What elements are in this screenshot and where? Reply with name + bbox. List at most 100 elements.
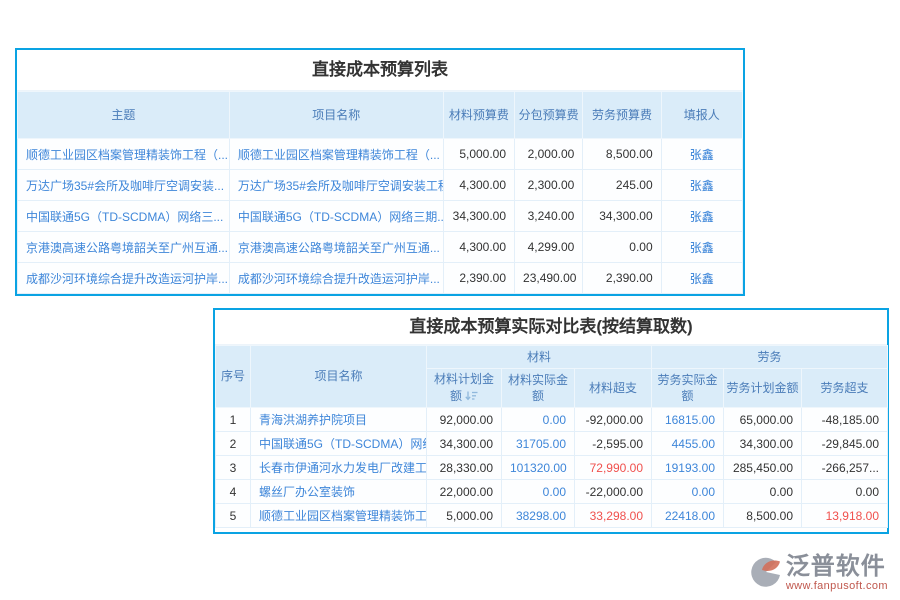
group-labor: 劳务 xyxy=(652,346,888,369)
seq-cell: 2 xyxy=(216,432,251,456)
col-material-budget[interactable]: 材料预算费 xyxy=(443,92,514,139)
budget-list-row[interactable]: 成都沙河环境综合提升改造运河护岸... 成都沙河环境综合提升改造运河护岸... … xyxy=(18,263,743,294)
material-actual-cell: 38298.00 xyxy=(502,504,575,528)
labor-actual-cell: 19193.00 xyxy=(652,456,724,480)
project-name-link[interactable]: 螺丝厂办公室装饰 xyxy=(251,480,427,504)
labor-budget-cell: 0.00 xyxy=(583,232,661,263)
budget-list-row[interactable]: 中国联通5G（TD-SCDMA）网络三... 中国联通5G（TD-SCDMA）网… xyxy=(18,201,743,232)
col-seq[interactable]: 序号 xyxy=(216,346,251,408)
budget-list-title: 直接成本预算列表 xyxy=(17,50,743,91)
col-material-overrun[interactable]: 材料超支 xyxy=(575,369,652,408)
budget-compare-row[interactable]: 2 中国联通5G（TD-SCDMA）网络三 34,300.00 31705.00… xyxy=(216,432,888,456)
seq-cell: 5 xyxy=(216,504,251,528)
labor-budget-cell: 2,390.00 xyxy=(583,263,661,294)
project-name-link[interactable]: 中国联通5G（TD-SCDMA）网络三 xyxy=(251,432,427,456)
material-planned-cell: 22,000.00 xyxy=(427,480,502,504)
material-overrun-cell: -22,000.00 xyxy=(575,480,652,504)
col-reporter[interactable]: 填报人 xyxy=(661,92,742,139)
subcontract-budget-cell: 2,000.00 xyxy=(515,139,583,170)
material-budget-cell: 2,390.00 xyxy=(443,263,514,294)
material-budget-cell: 34,300.00 xyxy=(443,201,514,232)
subject-link[interactable]: 中国联通5G（TD-SCDMA）网络三... xyxy=(18,201,230,232)
budget-list-row[interactable]: 京港澳高速公路粤境韶关至广州互通... 京港澳高速公路粤境韶关至广州互通... … xyxy=(18,232,743,263)
subcontract-budget-cell: 2,300.00 xyxy=(515,170,583,201)
budget-compare-row[interactable]: 5 顺德工业园区档案管理精装饰工程 5,000.00 38298.00 33,2… xyxy=(216,504,888,528)
material-planned-label: 材料计划金额 xyxy=(434,372,494,402)
col-labor-budget[interactable]: 劳务预算费 xyxy=(583,92,661,139)
reporter-link[interactable]: 张鑫 xyxy=(661,263,742,294)
labor-planned-cell: 65,000.00 xyxy=(724,408,802,432)
reporter-link[interactable]: 张鑫 xyxy=(661,232,742,263)
subcontract-budget-cell: 23,490.00 xyxy=(515,263,583,294)
reporter-link[interactable]: 张鑫 xyxy=(661,139,742,170)
col-subject[interactable]: 主题 xyxy=(18,92,230,139)
labor-overrun-cell: -266,257... xyxy=(802,456,888,480)
direct-cost-budget-list-panel: 直接成本预算列表 主题 项目名称 材料预算费 分包预算费 劳务预算费 填报人 顺… xyxy=(15,48,745,296)
seq-cell: 4 xyxy=(216,480,251,504)
material-overrun-cell: -92,000.00 xyxy=(575,408,652,432)
project-name-link[interactable]: 万达广场35#会所及咖啡厅空调安装工程 xyxy=(229,170,443,201)
material-budget-cell: 4,300.00 xyxy=(443,232,514,263)
budget-list-header-row: 主题 项目名称 材料预算费 分包预算费 劳务预算费 填报人 xyxy=(18,92,743,139)
col-material-planned[interactable]: 材料计划金额 xyxy=(427,369,502,408)
col-labor-actual[interactable]: 劳务实际金额 xyxy=(652,369,724,408)
labor-actual-cell: 22418.00 xyxy=(652,504,724,528)
fanpu-logo-icon xyxy=(747,554,783,590)
labor-actual-cell: 4455.00 xyxy=(652,432,724,456)
col-project-name[interactable]: 项目名称 xyxy=(251,346,427,408)
fanpu-logo-text: 泛普软件 www.fanpusoft.com xyxy=(786,554,888,592)
material-overrun-cell: 72,990.00 xyxy=(575,456,652,480)
budget-actual-compare-panel: 直接成本预算实际对比表(按结算取数) 序号 项目名称 材料 劳务 材料计划金额 … xyxy=(213,308,889,534)
subcontract-budget-cell: 3,240.00 xyxy=(515,201,583,232)
labor-overrun-cell: -48,185.00 xyxy=(802,408,888,432)
material-planned-cell: 92,000.00 xyxy=(427,408,502,432)
col-material-actual[interactable]: 材料实际金额 xyxy=(502,369,575,408)
budget-list-row[interactable]: 万达广场35#会所及咖啡厅空调安装... 万达广场35#会所及咖啡厅空调安装工程… xyxy=(18,170,743,201)
budget-list-row[interactable]: 顺德工业园区档案管理精装饰工程（... 顺德工业园区档案管理精装饰工程（... … xyxy=(18,139,743,170)
material-overrun-cell: 33,298.00 xyxy=(575,504,652,528)
labor-planned-cell: 0.00 xyxy=(724,480,802,504)
project-name-link[interactable]: 成都沙河环境综合提升改造运河护岸... xyxy=(229,263,443,294)
fanpu-logo-name: 泛普软件 xyxy=(786,554,888,580)
sort-icon[interactable] xyxy=(465,389,478,405)
budget-compare-row[interactable]: 3 长春市伊通河水力发电厂改建工程 28,330.00 101320.00 72… xyxy=(216,456,888,480)
project-name-link[interactable]: 京港澳高速公路粤境韶关至广州互通... xyxy=(229,232,443,263)
subcontract-budget-cell: 4,299.00 xyxy=(515,232,583,263)
col-labor-planned[interactable]: 劳务计划金额 xyxy=(724,369,802,408)
fanpu-watermark: 泛普软件 www.fanpusoft.com xyxy=(747,554,888,592)
col-subcontract-budget[interactable]: 分包预算费 xyxy=(515,92,583,139)
budget-compare-row[interactable]: 4 螺丝厂办公室装饰 22,000.00 0.00 -22,000.00 0.0… xyxy=(216,480,888,504)
labor-budget-cell: 34,300.00 xyxy=(583,201,661,232)
group-material: 材料 xyxy=(427,346,652,369)
labor-planned-cell: 34,300.00 xyxy=(724,432,802,456)
project-name-link[interactable]: 长春市伊通河水力发电厂改建工程 xyxy=(251,456,427,480)
material-actual-cell: 31705.00 xyxy=(502,432,575,456)
budget-compare-title: 直接成本预算实际对比表(按结算取数) xyxy=(215,310,887,345)
material-overrun-cell: -2,595.00 xyxy=(575,432,652,456)
compare-group-header-row: 序号 项目名称 材料 劳务 xyxy=(216,346,888,369)
budget-list-table: 主题 项目名称 材料预算费 分包预算费 劳务预算费 填报人 顺德工业园区档案管理… xyxy=(17,91,743,294)
labor-budget-cell: 245.00 xyxy=(583,170,661,201)
subject-link[interactable]: 成都沙河环境综合提升改造运河护岸... xyxy=(18,263,230,294)
labor-planned-cell: 285,450.00 xyxy=(724,456,802,480)
col-project-name[interactable]: 项目名称 xyxy=(229,92,443,139)
budget-compare-table: 序号 项目名称 材料 劳务 材料计划金额 材料实际金额 材料超支 劳务实际金额 … xyxy=(215,345,888,528)
seq-cell: 3 xyxy=(216,456,251,480)
budget-compare-row[interactable]: 1 青海洪湖养护院项目 92,000.00 0.00 -92,000.00 16… xyxy=(216,408,888,432)
subject-link[interactable]: 顺德工业园区档案管理精装饰工程（... xyxy=(18,139,230,170)
material-actual-cell: 101320.00 xyxy=(502,456,575,480)
subject-link[interactable]: 京港澳高速公路粤境韶关至广州互通... xyxy=(18,232,230,263)
material-planned-cell: 28,330.00 xyxy=(427,456,502,480)
reporter-link[interactable]: 张鑫 xyxy=(661,170,742,201)
subject-link[interactable]: 万达广场35#会所及咖啡厅空调安装... xyxy=(18,170,230,201)
project-name-link[interactable]: 中国联通5G（TD-SCDMA）网络三期... xyxy=(229,201,443,232)
col-labor-overrun[interactable]: 劳务超支 xyxy=(802,369,888,408)
project-name-link[interactable]: 顺德工业园区档案管理精装饰工程 xyxy=(251,504,427,528)
material-planned-cell: 5,000.00 xyxy=(427,504,502,528)
project-name-link[interactable]: 顺德工业园区档案管理精装饰工程（... xyxy=(229,139,443,170)
material-actual-cell: 0.00 xyxy=(502,408,575,432)
project-name-link[interactable]: 青海洪湖养护院项目 xyxy=(251,408,427,432)
reporter-link[interactable]: 张鑫 xyxy=(661,201,742,232)
material-budget-cell: 4,300.00 xyxy=(443,170,514,201)
material-budget-cell: 5,000.00 xyxy=(443,139,514,170)
